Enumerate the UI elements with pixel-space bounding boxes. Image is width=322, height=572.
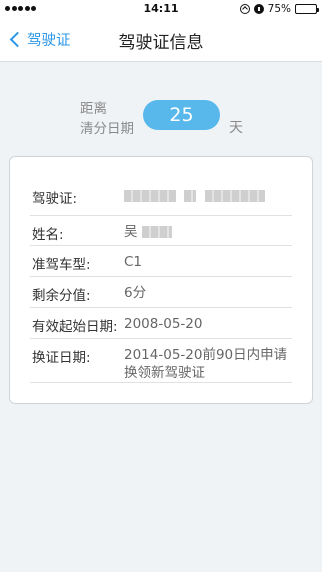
detail-value: 2008-05-20 [124,316,203,332]
detail-value: 6分 [124,285,147,301]
detail-value: C1 [124,254,143,270]
detail-label: 有效起始日期: [32,319,118,335]
days-unit: 天 [229,120,243,136]
countdown-label: 距离 清分日期 [80,99,140,139]
detail-row-license-number: 驾驶证: [30,173,292,216]
detail-value: 2014-05-20前90日内申请换领新驾驶证 [124,347,288,381]
rotation-lock-icon [239,4,250,14]
detail-row-remaining-points: 剩余分值: 6分 [30,277,292,308]
days-remaining-badge: 25 [143,100,220,130]
detail-label: 换证日期: [32,350,91,366]
name-masked [141,226,172,238]
detail-label: 驾驶证: [32,191,78,207]
detail-row-renewal-date: 换证日期: 2014-05-20前90日内申请换领新驾驶证 [30,339,292,383]
countdown-label-line1: 距离 [80,101,107,117]
detail-label: 准驾车型: [32,257,91,273]
license-number-masked [124,187,292,205]
license-info-card: 驾驶证: 姓名: 吴 准驾车型: C1 剩余分值: 6分 有效起始日期: 200… [9,156,313,404]
countdown-label-line2: 清分日期 [80,121,134,137]
page-title: 驾驶证信息 [118,33,204,53]
detail-label: 姓名: [32,227,64,243]
navigation-bar: 驾驶证 驾驶证信息 [0,18,322,62]
name-value: 吴 [124,224,138,240]
alarm-icon [253,4,264,14]
detail-row-vehicle-class: 准驾车型: C1 [30,246,292,277]
detail-label: 剩余分值: [32,288,91,304]
clear-date-countdown: 距离 清分日期 25 天 [0,95,322,145]
battery-percent: 75% [267,3,291,15]
status-bar: 14:11 75% [0,0,322,18]
detail-row-valid-from: 有效起始日期: 2008-05-20 [30,308,292,339]
detail-row-name: 姓名: 吴 [30,216,292,246]
battery-icon [295,4,319,14]
